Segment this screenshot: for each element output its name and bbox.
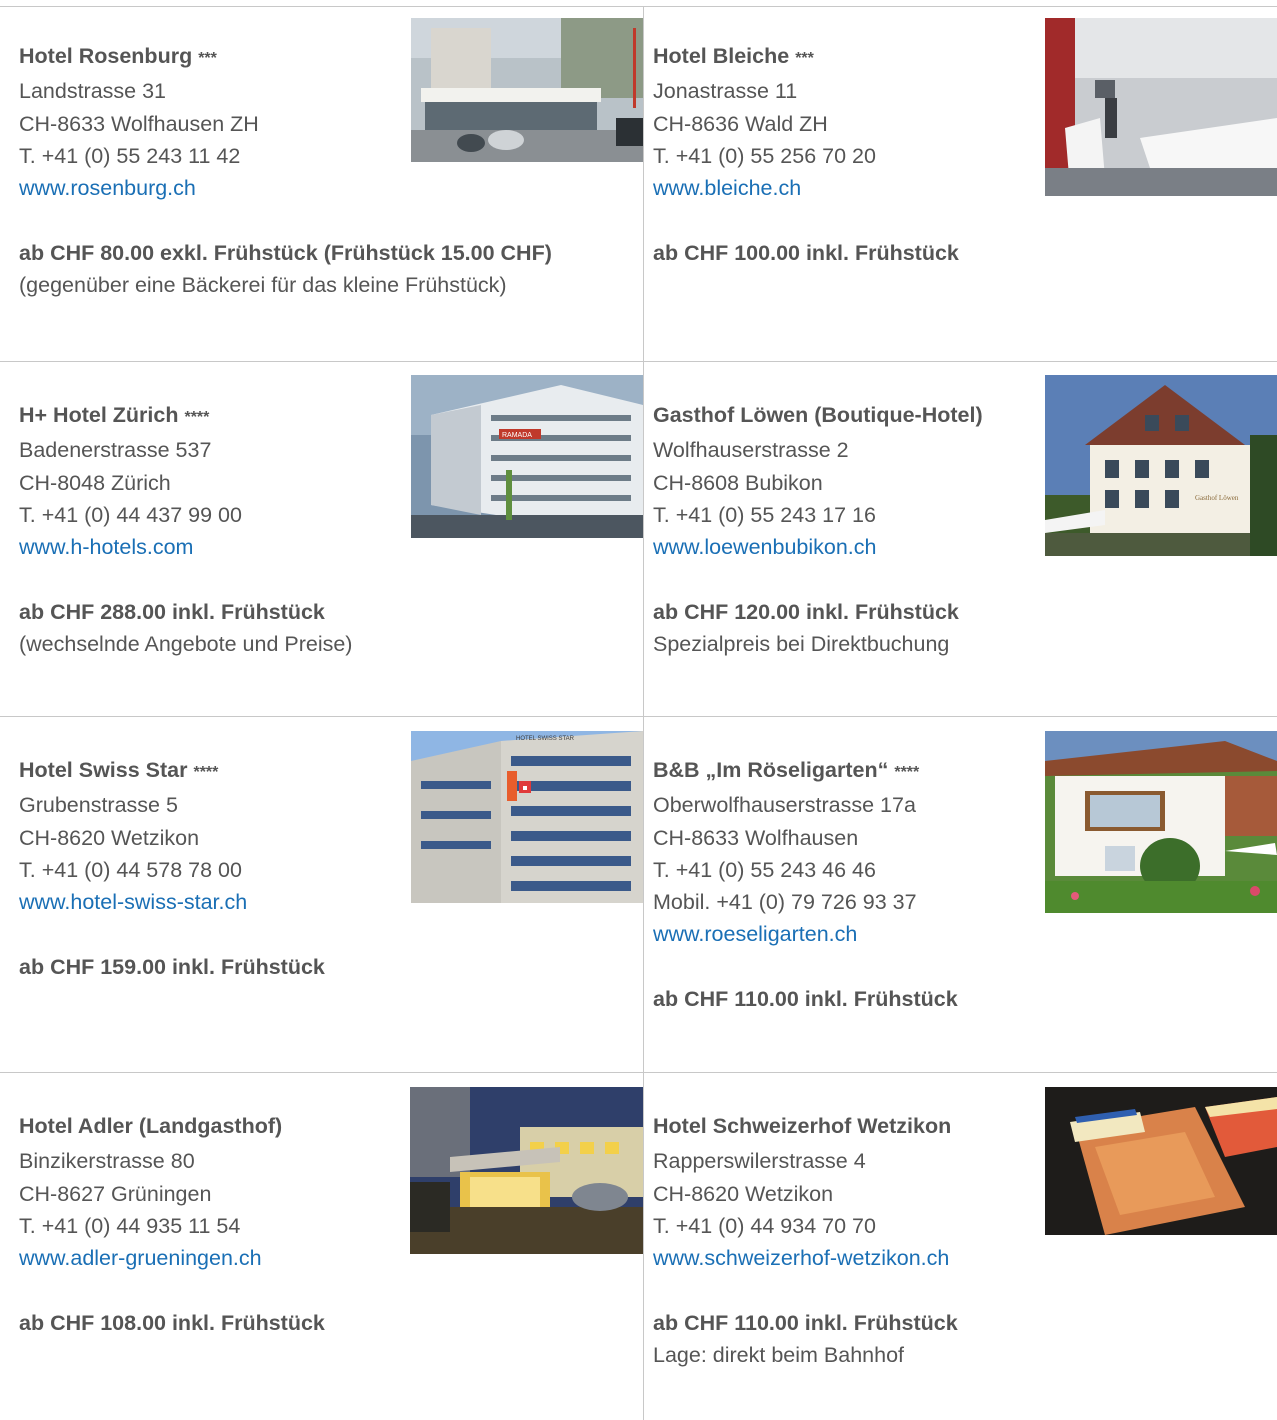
hotel-name: B&B „Im Röseligarten“ [653,758,889,782]
hotel-price: ab CHF 100.00 inkl. Frühstück [653,240,959,265]
hotel-stars: **** [894,764,920,781]
hotel-website-link[interactable]: www.roeseligarten.ch [653,918,958,950]
hotel-city: CH-8608 Bubikon [653,470,823,495]
hotel-photo-rosenburg [411,18,643,162]
hotel-mobile: Mobil. +41 (0) 79 726 93 37 [653,890,917,915]
hotel-website-link[interactable]: www.hotel-swiss-star.ch [19,886,325,918]
hotel-name: H+ Hotel Zürich [19,403,179,427]
hotel-price: ab CHF 288.00 inkl. Frühstück [19,599,325,624]
hotel-city: CH-8048 Zürich [19,470,171,495]
hotel-price: ab CHF 159.00 inkl. Frühstück [19,954,325,979]
hotel-city: CH-8627 Grüningen [19,1181,212,1206]
hotel-photo-h-hotel: RAMADA [411,375,643,538]
hotel-note: Spezialpreis bei Direktbuchung [653,632,950,657]
hotel-photo-roeseligarten [1045,731,1277,913]
hotel-phone: T. +41 (0) 55 256 70 20 [653,143,876,168]
hotel-stars: **** [193,764,219,781]
hotel-city: CH-8633 Wolfhausen [653,825,859,850]
hotel-photo-schweizerhof [1045,1087,1277,1235]
h-hotel-sign: RAMADA [502,432,532,439]
hotel-price: ab CHF 80.00 exkl. Frühstück (Frühstück … [19,240,552,265]
hotel-street: Oberwolfhauserstrasse 17a [653,793,916,818]
hotel-photo-swiss-star: HOTEL SWISS STAR [411,731,643,903]
hotel-photo-loewen: Gasthof Löwen [1045,375,1277,556]
hotel-website-link[interactable]: www.schweizerhof-wetzikon.ch [653,1242,958,1274]
hotel-name: Hotel Schweizerhof Wetzikon [653,1114,952,1138]
hotel-stars: *** [795,50,814,67]
hotel-website-link[interactable]: www.bleiche.ch [653,172,959,204]
hotel-city: CH-8636 Wald ZH [653,111,828,136]
hotel-phone: T. +41 (0) 44 934 70 70 [653,1213,876,1238]
hotel-street: Grubenstrasse 5 [19,793,178,818]
hotel-website-link[interactable]: www.rosenburg.ch [19,172,552,204]
hotel-note: (gegenüber eine Bäckerei für das kleine … [19,273,507,298]
hotel-name: Gasthof Löwen (Boutique-Hotel) [653,403,983,427]
hotel-price: ab CHF 108.00 inkl. Frühstück [19,1310,325,1335]
hotel-street: Rapperswilerstrasse 4 [653,1149,866,1174]
hotel-note: (wechselnde Angebote und Preise) [19,632,353,657]
hotel-city: CH-8620 Wetzikon [653,1181,834,1206]
row-divider [0,1072,1277,1073]
hotel-note: Lage: direkt beim Bahnhof [653,1343,904,1368]
hotel-phone: T. +41 (0) 55 243 46 46 [653,857,876,882]
hotel-stars: **** [184,409,210,426]
hotel-price: ab CHF 120.00 inkl. Frühstück [653,599,959,624]
hotel-website-link[interactable]: www.loewenbubikon.ch [653,531,983,563]
hotel-name: Hotel Bleiche [653,44,790,68]
hotel-photo-adler [410,1087,643,1254]
hotel-street: Wolfhauserstrasse 2 [653,438,849,463]
hotel-website-link[interactable]: www.h-hotels.com [19,531,352,563]
column-divider [643,6,644,1420]
row-divider [0,716,1277,717]
hotel-name: Hotel Swiss Star [19,758,188,782]
swiss-star-sign: HOTEL SWISS STAR [516,736,575,742]
hotel-street: Jonastrasse 11 [653,79,798,104]
hotel-name: Hotel Adler (Landgasthof) [19,1114,283,1138]
hotel-name: Hotel Rosenburg [19,44,193,68]
row-divider [0,361,1277,362]
loewen-sign: Gasthof Löwen [1195,494,1239,502]
hotel-stars: *** [198,50,217,67]
hotel-phone: T. +41 (0) 55 243 17 16 [653,502,876,527]
hotel-phone: T. +41 (0) 44 578 78 00 [19,857,242,882]
hotel-price: ab CHF 110.00 inkl. Frühstück [653,1310,958,1335]
hotel-phone: T. +41 (0) 44 437 99 00 [19,502,242,527]
hotel-website-link[interactable]: www.adler-grueningen.ch [19,1242,325,1274]
hotel-photo-bleiche [1045,18,1277,196]
hotel-street: Binzikerstrasse 80 [19,1149,195,1174]
hotel-price: ab CHF 110.00 inkl. Frühstück [653,987,958,1012]
hotel-city: CH-8620 Wetzikon [19,825,200,850]
hotel-street: Badenerstrasse 537 [19,438,212,463]
hotel-phone: T. +41 (0) 44 935 11 54 [19,1213,241,1238]
